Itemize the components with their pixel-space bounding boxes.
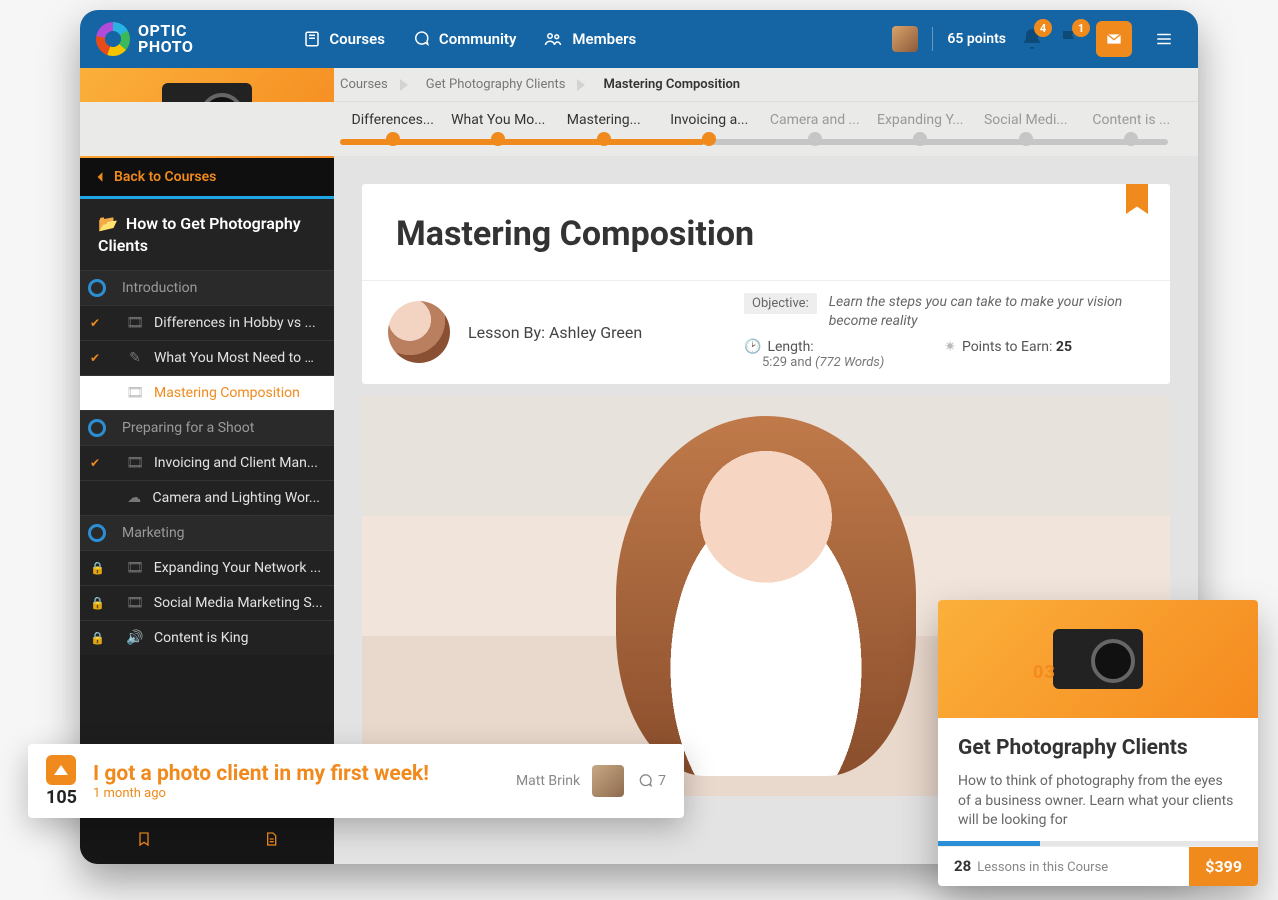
forum-author-avatar[interactable] [592,765,624,797]
sidebar-footer [80,814,334,864]
members-icon [542,30,564,48]
sidebar-lesson-item[interactable]: ✔🎞Invoicing and Client Man... [80,445,334,480]
lesson-length: 🕑Length: 5:29 and (772 Words) [744,339,884,370]
step-3[interactable]: Invoicing a... [657,112,763,146]
sidebar-lesson-item[interactable]: 🔒🔊Content is King [80,620,334,655]
clock-icon: 🕑 [744,339,761,355]
topbar-right: 65 points 4 1 [892,21,1182,57]
flags-badge: 1 [1072,19,1090,37]
objective-label: Objective: [744,293,817,314]
author-avatar[interactable] [388,301,450,363]
menu-button[interactable] [1146,21,1182,57]
notifications-badge: 4 [1034,19,1052,37]
sidebar-lesson-item[interactable]: ✔🎞Differences in Hobby vs ... [80,305,334,340]
sidebar-lesson-item[interactable]: 🔒🎞Social Media Marketing S... [80,585,334,620]
crumb-lesson: Mastering Composition [603,77,760,92]
bookmark-icon [136,829,152,849]
step-4[interactable]: Camera and ... [762,112,868,146]
sidebar-lesson-item[interactable]: ☁Camera and Lighting Wor... [80,480,334,515]
back-to-courses[interactable]: Back to Courses [80,158,334,196]
upvote-button[interactable] [46,755,76,785]
step-0[interactable]: Differences... [340,112,446,146]
lesson-meta: Lesson By: Ashley Green Objective: Learn… [362,280,1170,384]
promo-title: Get Photography Clients [958,736,1238,760]
caret-up-icon [54,765,68,775]
lesson-progress-steps: Differences...What You Mo...Mastering...… [80,102,1198,156]
promo-lesson-count: 28Lessons in this Course [938,849,1189,883]
document-icon [263,829,279,849]
vote-control: 105 [46,755,77,808]
crumb-courses[interactable]: Courses [340,77,408,92]
nav-community[interactable]: Community [411,30,517,48]
promo-desc: How to think of photography from the eye… [958,772,1238,831]
forum-post-card[interactable]: 105 I got a photo client in my first wee… [28,744,684,818]
chevron-left-icon [96,172,104,182]
messages-button[interactable] [1096,21,1132,57]
camera-icon [1053,629,1143,689]
notifications-button[interactable]: 4 [1020,27,1044,51]
book-icon [303,30,321,48]
vote-count: 105 [46,787,77,808]
flags-button[interactable]: 1 [1058,27,1082,51]
sidebar-section: Marketing [80,515,334,550]
folder-open-icon: 📂 [98,214,118,233]
step-6[interactable]: Social Medi... [973,112,1079,146]
video-thumbnail [616,416,916,776]
brand-logo[interactable]: OPTIC PHOTO [96,22,193,56]
course-promo-card[interactable]: Get Photography Clients How to think of … [938,600,1258,886]
chat-icon [411,30,431,48]
objective-text: Learn the steps you can take to make you… [829,293,1148,331]
step-2[interactable]: Mastering... [551,112,657,146]
forum-author[interactable]: Matt Brink [516,773,580,789]
bookmarks-button[interactable] [136,829,152,849]
user-avatar[interactable] [892,26,918,52]
forum-comments[interactable]: 7 [636,773,666,789]
step-1[interactable]: What You Mo... [446,112,552,146]
step-7[interactable]: Content is ... [1079,112,1185,146]
course-title: 📂How to Get Photography Clients [80,196,334,270]
sidebar-section: Introduction [80,270,334,305]
crumb-course[interactable]: Get Photography Clients [426,77,586,92]
sidebar-lesson-item[interactable]: ✔✎What You Most Need to … [80,340,334,375]
lesson-points: ✷Points to Earn: 25 [944,339,1072,370]
sidebar-lesson-item[interactable]: 🎞Mastering Composition [80,375,334,410]
lesson-title: Mastering Composition [362,184,1170,280]
forum-age: 1 month ago [93,786,429,801]
primary-nav: Courses Community Members [303,30,636,48]
nav-courses[interactable]: Courses [303,30,385,48]
notes-button[interactable] [263,829,279,849]
user-points: 65 points [947,31,1006,47]
brand-text: OPTIC PHOTO [138,23,193,55]
promo-price[interactable]: $399 [1189,847,1258,886]
envelope-icon [1104,31,1124,47]
hamburger-icon [1153,30,1175,48]
forum-title: I got a photo client in my first week! [93,762,429,786]
aperture-icon [96,22,130,56]
step-5[interactable]: Expanding Y... [868,112,974,146]
comment-icon [636,773,654,789]
topbar: OPTIC PHOTO Courses Community Members [80,10,1198,68]
sidebar-lesson-item[interactable]: 🔒🎞Expanding Your Network ... [80,550,334,585]
lesson-author: Lesson By: Ashley Green [468,323,642,342]
star-icon: ✷ [944,339,956,355]
promo-hero [938,600,1258,718]
sidebar-section: Preparing for a Shoot [80,410,334,445]
lesson-card: Mastering Composition Lesson By: Ashley … [362,184,1170,384]
nav-members[interactable]: Members [542,30,636,48]
